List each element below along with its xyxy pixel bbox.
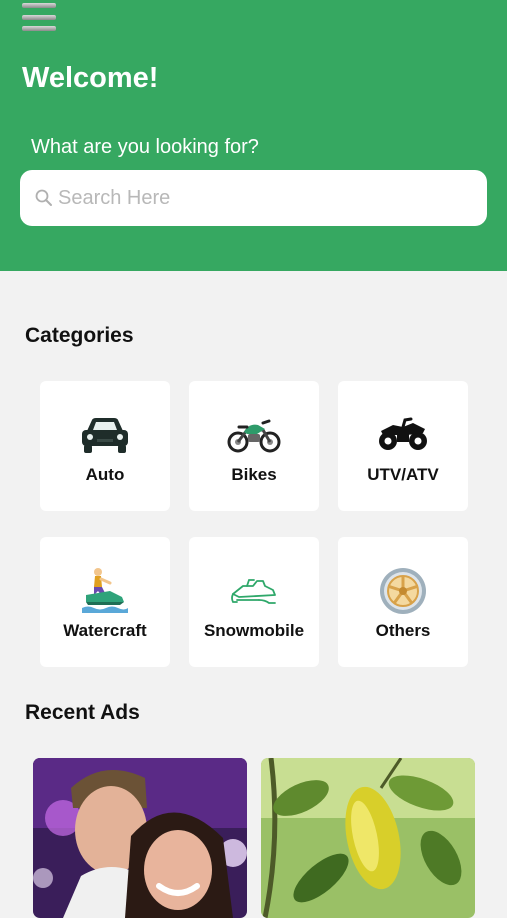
category-snowmobile[interactable]: Snowmobile — [189, 537, 319, 667]
category-label: Auto — [85, 465, 125, 484]
menu-bar — [22, 26, 56, 31]
hamburger-menu-icon[interactable] — [22, 3, 56, 31]
search-input[interactable] — [56, 185, 460, 211]
motorcycle-icon — [227, 419, 281, 453]
category-label: Bikes — [231, 465, 277, 484]
category-label: UTV/ATV — [367, 465, 439, 484]
snowmobile-icon — [231, 579, 276, 604]
ad-photo-people — [33, 758, 247, 918]
welcome-title: Welcome! — [22, 62, 159, 94]
category-bikes[interactable]: Bikes — [189, 381, 319, 511]
wheel-icon — [380, 568, 426, 614]
atv-icon — [379, 417, 427, 450]
recent-ad-card[interactable] — [261, 758, 475, 918]
search-prompt: What are you looking for? — [31, 136, 259, 158]
category-label: Snowmobile — [203, 621, 305, 640]
recent-ad-card[interactable] — [33, 758, 247, 918]
category-auto[interactable]: Auto — [40, 381, 170, 511]
menu-bar — [22, 3, 56, 8]
category-utv-atv[interactable]: UTV/ATV — [338, 381, 468, 511]
search-bar[interactable] — [20, 170, 487, 226]
search-icon — [35, 189, 52, 206]
category-others[interactable]: Others — [338, 537, 468, 667]
car-icon — [82, 418, 128, 453]
categories-title: Categories — [25, 324, 134, 347]
recent-ads-title: Recent Ads — [25, 701, 140, 724]
header: Welcome! What are you looking for? — [0, 0, 507, 271]
jet-ski-icon — [82, 568, 128, 613]
ad-photo-lemon-tree — [261, 758, 475, 918]
category-watercraft[interactable]: Watercraft — [40, 537, 170, 667]
category-label: Watercraft — [63, 621, 147, 640]
menu-bar — [22, 14, 56, 20]
category-label: Others — [375, 621, 431, 640]
